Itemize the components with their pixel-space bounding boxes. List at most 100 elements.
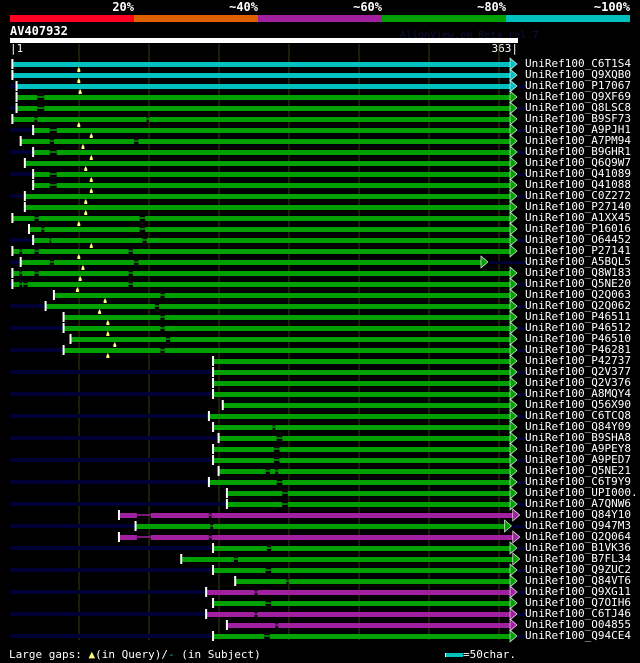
alignment-start-tick xyxy=(212,455,215,465)
alignment-segment xyxy=(16,106,38,111)
alignment-segment xyxy=(38,271,129,276)
alignment-segment xyxy=(38,216,140,221)
query-gap-marker xyxy=(84,199,88,204)
alignment-segment xyxy=(269,634,512,639)
gap-legend: Large gaps: ▲(in Query)/- (in Subject) xyxy=(9,648,261,661)
alignment-segment xyxy=(213,634,265,639)
alignment-segment xyxy=(282,436,512,441)
alignment-end-arrow xyxy=(509,189,518,203)
alignment-segment xyxy=(164,315,512,320)
alignment-start-tick xyxy=(11,268,14,278)
alignment-segment xyxy=(38,249,129,254)
query-gap-marker xyxy=(89,155,93,160)
alignment-start-tick xyxy=(32,147,35,157)
alignment-segment xyxy=(33,150,50,155)
query-gap-marker xyxy=(98,309,102,314)
alignment-segment xyxy=(150,513,209,518)
alignment-end-arrow xyxy=(509,607,518,621)
alignment-segment xyxy=(12,73,513,78)
alignment-segment xyxy=(132,249,513,254)
alignment-segment xyxy=(63,348,161,353)
query-gap-marker xyxy=(89,243,93,248)
alignment-end-arrow xyxy=(480,255,489,269)
alignment-segment xyxy=(150,535,209,540)
alignment-end-arrow xyxy=(509,541,518,555)
alignment-start-tick xyxy=(212,631,215,641)
alignment-end-arrow xyxy=(509,233,518,247)
alignment-end-arrow xyxy=(509,244,518,258)
alignment-segment xyxy=(211,513,515,518)
subject-overhang xyxy=(10,238,34,242)
subject-overhang xyxy=(10,392,214,396)
alignment-segment xyxy=(282,480,512,485)
alignment-end-arrow xyxy=(509,365,518,379)
alignment-end-arrow xyxy=(509,90,518,104)
alignment-segment xyxy=(12,216,35,221)
alignment-segment xyxy=(164,293,512,298)
alignment-start-tick xyxy=(15,81,18,91)
alignment-end-arrow xyxy=(504,519,512,533)
alignment-start-tick xyxy=(19,257,22,267)
scale-bar-icon xyxy=(445,653,463,657)
alignment-segment xyxy=(218,469,266,474)
alignment-start-tick xyxy=(117,532,120,542)
alignment-start-tick xyxy=(212,389,215,399)
alignment-start-tick xyxy=(11,246,14,256)
subject-overhang xyxy=(10,348,64,352)
alignment-segment xyxy=(12,62,513,67)
alignment-segment xyxy=(22,282,24,287)
alignment-segment xyxy=(28,227,42,232)
alignment-segment xyxy=(235,579,287,584)
alignment-end-arrow xyxy=(509,475,518,489)
alignment-end-arrow xyxy=(509,156,518,170)
alignment-start-tick xyxy=(180,554,183,564)
alignment-end-arrow xyxy=(509,431,518,445)
gap-legend-label: Large gaps: xyxy=(9,648,82,661)
alignment-segment xyxy=(20,139,50,144)
alignment-segment xyxy=(16,84,512,89)
alignment-start-tick xyxy=(212,598,215,608)
alignment-start-tick xyxy=(32,235,35,245)
alignment-start-tick xyxy=(225,488,228,498)
query-gap-marker xyxy=(89,133,93,138)
alignment-segment xyxy=(213,524,507,529)
alignment-start-tick xyxy=(217,466,220,476)
alignment-segment xyxy=(37,117,147,122)
subject-overhang xyxy=(10,634,214,638)
alignment-end-arrow xyxy=(509,486,518,500)
alignment-segment xyxy=(135,524,211,529)
alignment-end-arrow xyxy=(509,277,518,291)
alignment-start-tick xyxy=(62,312,65,322)
alignment-end-arrow xyxy=(509,387,518,401)
alignment-segment xyxy=(206,612,255,617)
alignment-segment xyxy=(33,238,50,243)
alignment-start-tick xyxy=(15,92,18,102)
alignment-segment xyxy=(56,183,513,188)
hit-label[interactable]: UniRef100_Q94CE4 xyxy=(525,630,631,641)
alignment-start-tick xyxy=(117,510,120,520)
alignment-segment xyxy=(269,469,276,474)
alignment-start-tick xyxy=(23,158,26,168)
alignment-start-tick xyxy=(205,587,208,597)
alignment-start-tick xyxy=(134,521,137,531)
alignment-start-tick xyxy=(11,70,14,80)
alignment-segment xyxy=(12,117,35,122)
alignment-segment xyxy=(33,172,50,177)
alignment-segment xyxy=(63,326,161,331)
alignment-start-tick xyxy=(225,499,228,509)
subject-overhang xyxy=(10,260,21,264)
alignment-segment xyxy=(213,546,268,551)
query-gap-marker xyxy=(77,221,81,226)
alignment-start-tick xyxy=(225,620,228,630)
query-gap-marker xyxy=(77,254,81,259)
alignment-start-tick xyxy=(205,609,208,619)
alignment-start-tick xyxy=(27,224,30,234)
query-gap-marker xyxy=(106,353,110,358)
alignment-end-arrow xyxy=(509,343,518,357)
alignment-segment xyxy=(22,271,35,276)
subject-overhang xyxy=(10,326,64,330)
alignment-segment xyxy=(118,513,137,518)
alignment-segment xyxy=(208,480,277,485)
alignment-start-tick xyxy=(207,477,210,487)
alignment-segment xyxy=(138,260,483,265)
